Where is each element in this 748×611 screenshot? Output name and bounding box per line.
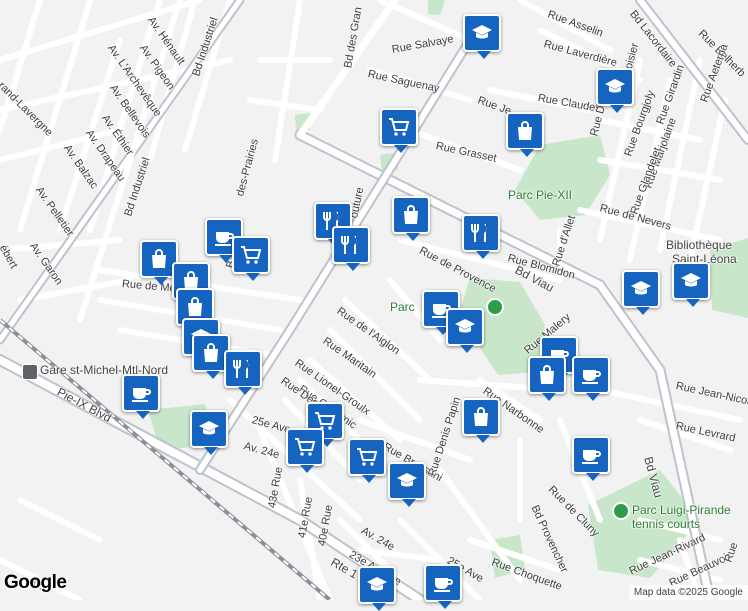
map-marker[interactable] [122,374,160,419]
school-icon [197,417,221,441]
shopping-bag-icon [183,295,207,319]
map-marker[interactable] [190,410,228,455]
map-marker[interactable] [446,308,484,353]
map-marker[interactable] [528,356,566,401]
school-icon [603,75,627,99]
train-station-icon[interactable] [22,364,38,380]
map-marker[interactable] [596,68,634,113]
google-logo: Google [4,572,67,593]
school-icon [395,469,419,493]
park-label: Parc Pie-XII [508,188,573,202]
school-icon [629,277,653,301]
school-icon [470,21,494,45]
map-marker[interactable] [572,356,610,401]
map-marker[interactable] [424,564,462,609]
cafe-icon [129,381,153,405]
map-marker[interactable] [232,236,270,281]
map-marker[interactable] [622,270,660,315]
park-label: Parc [390,300,415,314]
map-marker[interactable] [348,438,386,483]
map-marker[interactable] [392,196,430,241]
map-marker[interactable] [286,428,324,473]
restaurant-icon [339,233,363,257]
map-attribution[interactable]: Map data ©2025 Google [628,585,748,600]
park-label: Parc Luigi-Pirande [632,503,731,517]
shopping-cart-icon [387,115,411,139]
map-marker[interactable] [380,108,418,153]
cafe-icon [579,363,603,387]
map-marker[interactable] [462,398,500,443]
cafe-icon [579,443,603,467]
park-tree-icon[interactable] [486,298,504,316]
library-label: Bibliothèque [666,238,733,252]
map-marker[interactable] [462,214,500,259]
cafe-icon [431,571,455,595]
shopping-cart-icon [355,445,379,469]
map-marker[interactable] [224,350,262,395]
school-icon [453,315,477,339]
map-marker[interactable] [506,112,544,157]
map-marker[interactable] [572,436,610,481]
shopping-bag-icon [147,247,171,271]
railway [0,318,332,600]
school-icon [365,573,389,597]
map-marker[interactable] [672,262,710,307]
shopping-bag-icon [469,405,493,429]
park-icon[interactable] [612,502,630,520]
restaurant-icon [469,221,493,245]
map-marker[interactable] [463,14,501,59]
shopping-bag-icon [535,363,559,387]
shopping-bag-icon [199,341,223,365]
school-icon [679,269,703,293]
map-marker[interactable] [358,566,396,611]
shopping-bag-icon [513,119,537,143]
shopping-bag-icon [399,203,423,227]
map-marker[interactable] [332,226,370,271]
park-label: tennis courts [632,517,701,531]
shopping-cart-icon [293,435,317,459]
shopping-cart-icon [239,243,263,267]
restaurant-icon [231,357,255,381]
map-marker[interactable] [388,462,426,507]
